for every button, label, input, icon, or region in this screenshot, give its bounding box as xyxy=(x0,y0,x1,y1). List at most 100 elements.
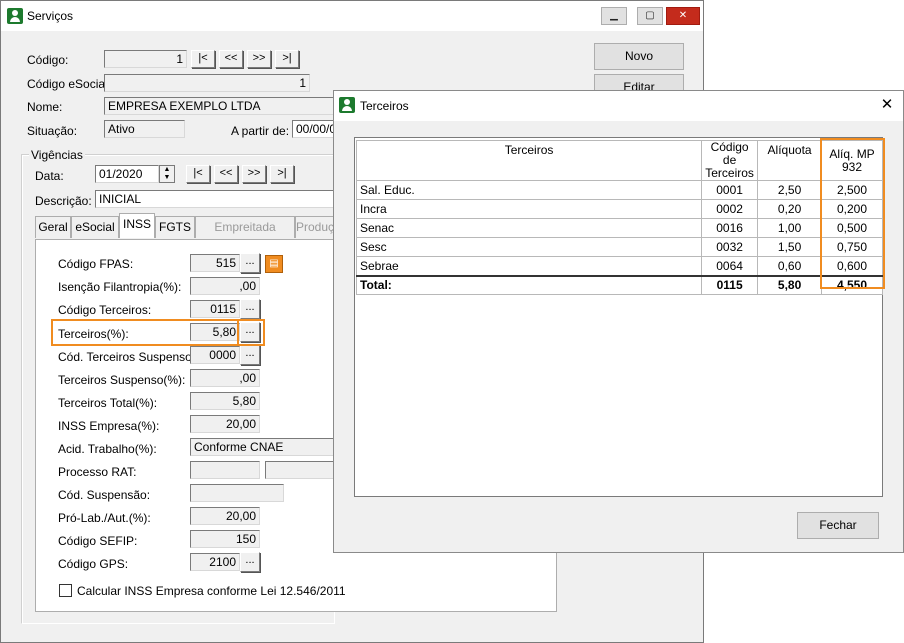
isencao-label: Isenção Filantropia(%): xyxy=(58,280,182,294)
codigo-esocial-field[interactable]: 1 xyxy=(104,74,310,92)
total-label: Total: xyxy=(355,274,703,295)
dialog-title: Terceiros xyxy=(360,99,409,113)
gps-lookup-button[interactable]: ... xyxy=(240,552,260,572)
tab-geral[interactable]: Geral xyxy=(35,216,71,238)
terceiros-field[interactable]: 5,80 xyxy=(190,323,240,341)
calcular-inss-label: Calcular INSS Empresa conforme Lei 12.54… xyxy=(77,584,346,598)
apartir-label: A partir de: xyxy=(231,124,290,138)
vig-first-button[interactable]: |< xyxy=(186,165,210,183)
terc-susp-field[interactable]: ,00 xyxy=(190,369,260,387)
report-icon[interactable]: ▤ xyxy=(265,255,283,273)
data-field[interactable]: 01/2020 xyxy=(95,165,159,183)
terc-total-label: Terceiros Total(%): xyxy=(58,396,158,410)
total-row: Total: 0115 5,80 4,550 xyxy=(355,274,883,295)
prolab-label: Pró-Lab./Aut.(%): xyxy=(58,511,151,525)
close-icon[interactable]: ✕ xyxy=(666,7,700,25)
table-row[interactable]: Incra 0002 0,20 0,200 xyxy=(355,199,883,219)
inss-empresa-field[interactable]: 20,00 xyxy=(190,415,260,433)
table-row[interactable]: Sal. Educ. 0001 2,50 2,500 xyxy=(355,180,883,200)
cell-codigo: 0032 xyxy=(701,237,759,257)
inss-empresa-label: INSS Empresa(%): xyxy=(58,419,160,433)
nome-field[interactable]: EMPRESA EXEMPLO LTDA xyxy=(104,97,334,115)
data-spinner[interactable]: ▲ ▼ xyxy=(159,165,175,183)
calcular-inss-checkbox[interactable] xyxy=(59,584,72,597)
prolab-field[interactable]: 20,00 xyxy=(190,507,260,525)
cell-terceiros: Senac xyxy=(355,218,703,238)
cod-susp-label: Cód. Terceiros Suspenso: xyxy=(58,350,196,364)
cell-terceiros: Sebrae xyxy=(355,256,703,276)
window-title: Serviços xyxy=(27,9,74,23)
cell-codigo: 0016 xyxy=(701,218,759,238)
processo-rat-field-2[interactable] xyxy=(265,461,335,479)
terceiros-grid: Terceiros Código de Terceiros Alíquota A… xyxy=(354,137,883,497)
descricao-label: Descrição: xyxy=(35,194,92,208)
fpas-lookup-button[interactable]: ... xyxy=(240,253,260,273)
cod-terceiros-lookup-button[interactable]: ... xyxy=(240,299,260,319)
minimize-button[interactable]: ▁ xyxy=(601,7,627,25)
apartir-field[interactable]: 00/00/0 xyxy=(292,120,336,138)
dialog-close-icon[interactable]: ✕ xyxy=(878,96,896,114)
cod-suspensao-field[interactable] xyxy=(190,484,284,502)
descricao-field[interactable]: INICIAL xyxy=(95,190,335,208)
cell-aliq-mp932: 2,500 xyxy=(821,180,883,200)
terceiros-label: Terceiros(%): xyxy=(58,327,129,341)
novo-button[interactable]: Novo xyxy=(594,43,684,70)
situacao-label: Situação: xyxy=(27,124,78,138)
cell-aliquota: 0,60 xyxy=(757,256,823,276)
codigo-esocial-label: Código eSocial: xyxy=(27,77,112,91)
cell-aliquota: 1,50 xyxy=(757,237,823,257)
cell-aliquota: 1,00 xyxy=(757,218,823,238)
acid-trabalho-field[interactable]: Conforme CNAE xyxy=(190,438,335,456)
terceiros-details-button[interactable]: ... xyxy=(240,322,260,342)
vig-last-button[interactable]: >| xyxy=(270,165,294,183)
header-aliq-mp932[interactable]: Alíq. MP 932 xyxy=(821,140,883,181)
terceiros-dialog: Terceiros ✕ Terceiros Código de Terceiro… xyxy=(333,90,904,553)
table-row[interactable]: Sebrae 0064 0,60 0,600 xyxy=(355,256,883,276)
cod-susp-lookup-button[interactable]: ... xyxy=(240,345,260,365)
cell-aliq-mp932: 0,750 xyxy=(821,237,883,257)
prev-record-button[interactable]: << xyxy=(219,50,243,68)
cell-codigo: 0064 xyxy=(701,256,759,276)
tab-strip: Geral eSocial INSS FGTS Empreitada Parci… xyxy=(35,213,335,254)
gps-field[interactable]: 2100 xyxy=(190,553,240,571)
next-record-button[interactable]: >> xyxy=(247,50,271,68)
data-label: Data: xyxy=(35,169,64,183)
total-codigo: 0115 xyxy=(701,274,759,295)
header-aliquota[interactable]: Alíquota xyxy=(757,140,823,181)
cell-aliq-mp932: 0,500 xyxy=(821,218,883,238)
sefip-field[interactable]: 150 xyxy=(190,530,260,548)
terceiros-titlebar[interactable]: Terceiros ✕ xyxy=(334,91,903,121)
dialog-user-icon xyxy=(339,97,355,113)
tab-fgts[interactable]: FGTS xyxy=(155,216,195,238)
header-codigo[interactable]: Código de Terceiros xyxy=(701,140,759,181)
last-record-button[interactable]: >| xyxy=(275,50,299,68)
tab-producao[interactable]: Produç xyxy=(295,216,335,238)
cod-terceiros-field[interactable]: 0115 xyxy=(190,300,240,318)
processo-rat-field[interactable] xyxy=(190,461,260,479)
tab-inss[interactable]: INSS xyxy=(119,213,155,238)
total-aliquota: 5,80 xyxy=(757,274,823,295)
cell-codigo: 0002 xyxy=(701,199,759,219)
cell-aliquota: 0,20 xyxy=(757,199,823,219)
situacao-field[interactable]: Ativo xyxy=(104,120,185,138)
header-terceiros[interactable]: Terceiros xyxy=(355,140,703,181)
codigo-label: Código: xyxy=(27,53,69,67)
table-row[interactable]: Sesc 0032 1,50 0,750 xyxy=(355,237,883,257)
first-record-button[interactable]: |< xyxy=(191,50,215,68)
tab-empreitada-parcial[interactable]: Empreitada Parcial xyxy=(195,216,295,254)
maximize-button[interactable]: ▢ xyxy=(637,7,663,25)
vig-next-button[interactable]: >> xyxy=(242,165,266,183)
cod-susp-field[interactable]: 0000 xyxy=(190,346,240,364)
fechar-button[interactable]: Fechar xyxy=(797,512,879,539)
terc-total-field[interactable]: 5,80 xyxy=(190,392,260,410)
fpas-field[interactable]: 515 xyxy=(190,254,240,272)
tab-esocial[interactable]: eSocial xyxy=(71,216,119,238)
total-aliq-mp932: 4,550 xyxy=(821,274,883,295)
servicos-titlebar[interactable]: Serviços ▁ ▢ ✕ xyxy=(1,1,703,31)
vig-prev-button[interactable]: << xyxy=(214,165,238,183)
isencao-field[interactable]: ,00 xyxy=(190,277,260,295)
table-row[interactable]: Senac 0016 1,00 0,500 xyxy=(355,218,883,238)
fpas-label: Código FPAS: xyxy=(58,257,134,271)
cell-terceiros: Sesc xyxy=(355,237,703,257)
codigo-field[interactable]: 1 xyxy=(104,50,187,68)
